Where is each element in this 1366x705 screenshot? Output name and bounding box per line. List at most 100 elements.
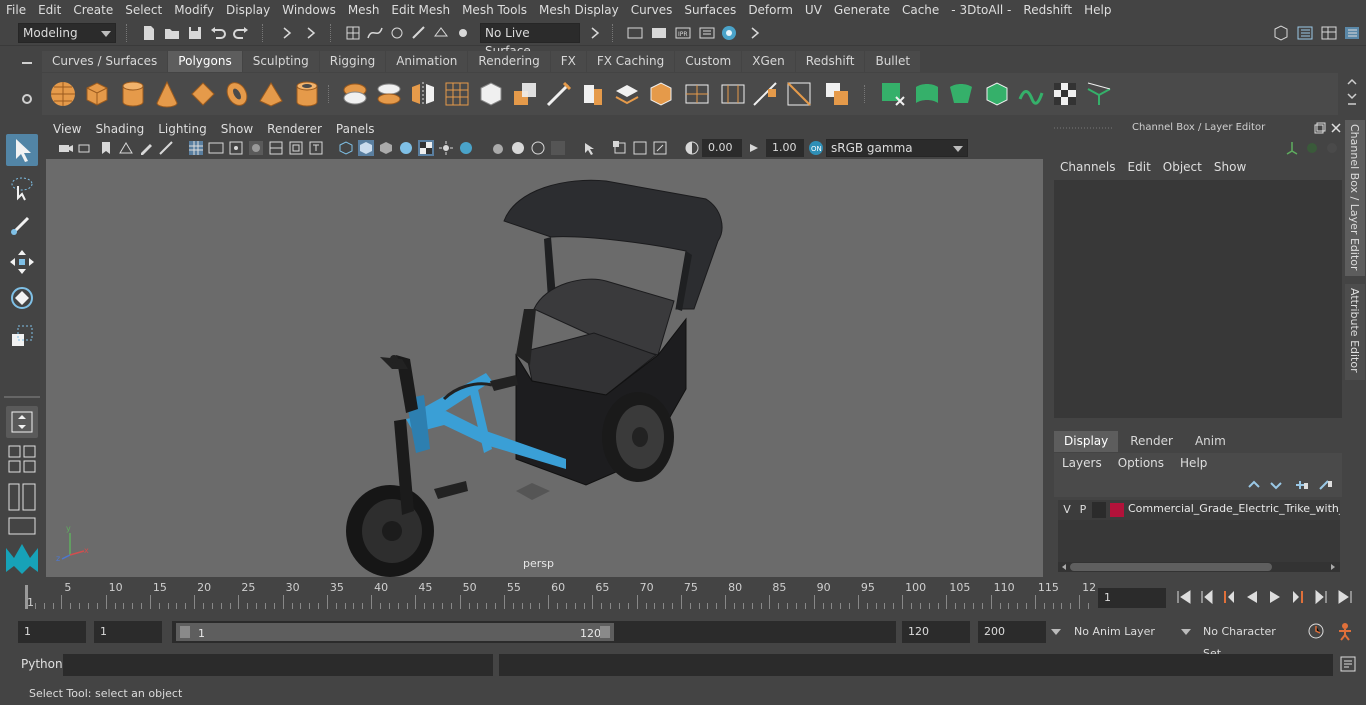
menu-generate[interactable]: Generate (828, 0, 896, 20)
anim-layer-dropdown[interactable]: No Anim Layer (1068, 621, 1172, 643)
expand-arrow-icon[interactable] (278, 24, 296, 42)
frame-all-icon[interactable] (612, 140, 628, 156)
move-tool[interactable] (6, 246, 38, 278)
render-view-icon[interactable] (626, 24, 644, 42)
scale-tool[interactable] (6, 320, 38, 352)
range-handle-end[interactable] (600, 626, 610, 638)
layer-menu-layers[interactable]: Layers (1054, 453, 1110, 473)
snap-view-icon[interactable] (410, 24, 428, 42)
menu-curves[interactable]: Curves (625, 0, 679, 20)
color-space-dropdown[interactable]: sRGB gamma (826, 139, 968, 157)
snap-point-icon[interactable] (388, 24, 406, 42)
time-slider[interactable]: 1 5 10 15 20 25 30 35 40 45 50 55 60 65 70 75 80 85 90 95 10… (18, 581, 1096, 611)
uv-spherical-icon[interactable] (946, 79, 976, 109)
menu-deform[interactable]: Deform (742, 0, 799, 20)
scroll-right-icon[interactable] (1329, 563, 1337, 571)
xray-icon[interactable] (582, 140, 598, 156)
shelf-tab-bullet[interactable]: Bullet (865, 51, 921, 72)
viewport-menu-renderer[interactable]: Renderer (260, 122, 329, 136)
2d-pan-zoom-icon[interactable] (158, 140, 174, 156)
layout-channelbox-icon[interactable] (1343, 24, 1361, 42)
menu-uv[interactable]: UV (799, 0, 828, 20)
gamma-icon[interactable] (746, 140, 762, 156)
script-editor-icon[interactable] (1340, 656, 1356, 672)
new-layer-selected-icon[interactable] (1318, 477, 1334, 493)
paint-select-tool[interactable] (6, 208, 38, 240)
offset-edge-loop-icon[interactable] (718, 79, 748, 109)
safe-action-icon[interactable] (288, 140, 304, 156)
depth-of-field-icon[interactable] (530, 140, 546, 156)
combine-icon[interactable] (340, 79, 370, 109)
merge-icon[interactable] (750, 79, 780, 109)
layer-color-swatch[interactable] (1110, 503, 1124, 517)
exposure-icon[interactable] (684, 140, 700, 156)
frame-selected-icon[interactable] (632, 140, 648, 156)
scene-start-field[interactable]: 1 (18, 621, 86, 643)
viewport-menu-show[interactable]: Show (214, 122, 260, 136)
ambient-occlusion-icon[interactable] (458, 140, 474, 156)
render-settings-icon[interactable] (698, 24, 716, 42)
character-set-dropdown[interactable]: No Character Set (1197, 621, 1297, 660)
step-back-frame-icon[interactable] (1220, 589, 1238, 605)
layout-outliner-icon[interactable] (1296, 24, 1314, 42)
poly-cube-icon[interactable] (82, 79, 112, 109)
axes-icon[interactable] (1284, 140, 1300, 156)
layout-quad-icon[interactable] (7, 444, 37, 474)
viewport-menu-lighting[interactable]: Lighting (151, 122, 214, 136)
shelf-tab-fx[interactable]: FX (550, 51, 586, 72)
menu-mesh[interactable]: Mesh (342, 0, 386, 20)
shadows-icon[interactable] (438, 140, 454, 156)
step-back-key-icon[interactable] (1198, 589, 1216, 605)
expand-arrow-icon[interactable] (302, 24, 320, 42)
close-icon[interactable] (1330, 122, 1342, 134)
bevel-icon[interactable] (578, 79, 608, 109)
chevron-down-icon[interactable] (1050, 627, 1062, 637)
safe-title-icon[interactable] (308, 140, 324, 156)
play-forwards-icon[interactable] (1266, 589, 1284, 605)
layer-list-scrollbar[interactable] (1058, 562, 1340, 572)
uv-checker-icon[interactable] (1050, 79, 1080, 109)
shelf-settings-gear-icon[interactable] (20, 92, 34, 106)
animation-preferences-icon[interactable] (1335, 621, 1355, 641)
rotate-tool[interactable] (6, 282, 38, 314)
undo-icon[interactable] (209, 24, 227, 42)
uv-planar-icon[interactable] (878, 79, 908, 109)
smooth-icon[interactable] (442, 79, 472, 109)
separate-icon[interactable] (374, 79, 404, 109)
layer-menu-help[interactable]: Help (1172, 453, 1215, 473)
textured-icon[interactable] (398, 140, 414, 156)
grid-icon[interactable] (188, 140, 204, 156)
step-forward-key-icon[interactable] (1312, 589, 1330, 605)
shelf-tab-animation[interactable]: Animation (386, 51, 468, 72)
camera-attributes-icon[interactable] (78, 140, 94, 156)
shelf-tab-rendering[interactable]: Rendering (468, 51, 550, 72)
expand-arrow-icon[interactable] (586, 24, 604, 42)
smooth-shade-icon[interactable] (358, 140, 374, 156)
open-scene-icon[interactable] (163, 24, 181, 42)
scene-end-field[interactable]: 200 (978, 621, 1046, 643)
command-language-label[interactable]: Python (21, 657, 63, 671)
poly-sphere-icon[interactable] (48, 79, 78, 109)
menu-file[interactable]: File (0, 0, 32, 20)
target-weld-icon[interactable] (784, 79, 814, 109)
shelf-tab-fx-caching[interactable]: FX Caching (586, 51, 675, 72)
bookmark-icon[interactable] (98, 140, 114, 156)
poly-pyramid-icon[interactable] (256, 79, 286, 109)
step-forward-frame-icon[interactable] (1289, 589, 1307, 605)
extrude-icon[interactable] (510, 79, 540, 109)
zoom-selection-icon[interactable] (652, 140, 668, 156)
append-polygon-icon[interactable] (646, 79, 676, 109)
mirror-icon[interactable] (408, 79, 438, 109)
menu-windows[interactable]: Windows (276, 0, 342, 20)
play-backwards-icon[interactable] (1243, 589, 1261, 605)
range-slider[interactable]: 1 120 (172, 621, 896, 643)
boolean-icon[interactable] (822, 79, 852, 109)
wireframe-on-shaded-icon[interactable] (378, 140, 394, 156)
redo-icon[interactable] (232, 24, 250, 42)
side-tab-attribute-editor[interactable]: Attribute Editor (1345, 284, 1365, 380)
uv-cylindrical-icon[interactable] (912, 79, 942, 109)
uv-editor-icon[interactable] (1084, 79, 1114, 109)
range-handle-start[interactable] (180, 626, 190, 638)
layer-visibility-toggle[interactable]: V (1060, 502, 1074, 518)
field-chart-icon[interactable] (268, 140, 284, 156)
